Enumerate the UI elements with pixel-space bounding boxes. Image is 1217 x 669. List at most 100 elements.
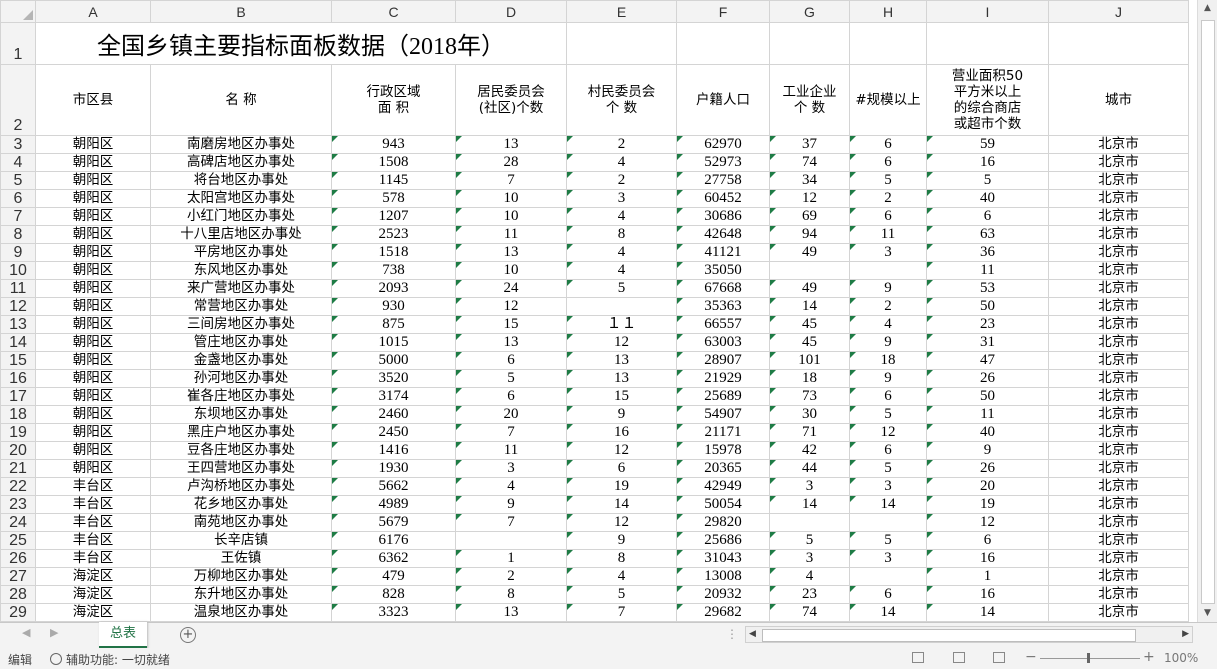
cell[interactable]: 13: [455, 603, 567, 622]
cell[interactable]: 60452: [676, 189, 770, 208]
cell[interactable]: 18: [769, 369, 850, 388]
row-header[interactable]: 1: [0, 22, 36, 65]
accessibility-status[interactable]: 辅助功能: 一切就绪: [50, 651, 170, 668]
cell[interactable]: 12: [566, 513, 677, 532]
cell[interactable]: 31: [926, 333, 1049, 352]
cell[interactable]: 3: [566, 189, 677, 208]
vertical-scrollbar[interactable]: ▲ ▼: [1197, 0, 1217, 622]
cell[interactable]: 11: [926, 405, 1049, 424]
cell[interactable]: 7: [455, 513, 567, 532]
cell[interactable]: 朝阳区: [35, 171, 151, 190]
row-header[interactable]: 25: [0, 531, 36, 550]
cell[interactable]: 10: [455, 189, 567, 208]
select-all-corner[interactable]: [0, 0, 36, 23]
cell[interactable]: 26: [926, 369, 1049, 388]
column-title[interactable]: 市区县: [35, 64, 151, 136]
cell[interactable]: 11: [926, 261, 1049, 280]
cell[interactable]: 5: [455, 369, 567, 388]
zoom-slider[interactable]: [1040, 658, 1140, 659]
cell[interactable]: 73: [769, 387, 850, 406]
cell[interactable]: 16: [926, 585, 1049, 604]
column-header[interactable]: H: [849, 0, 927, 23]
normal-view-icon[interactable]: [912, 652, 924, 663]
row-header[interactable]: 28: [0, 585, 36, 604]
row-header[interactable]: 13: [0, 315, 36, 334]
cell[interactable]: 6: [926, 207, 1049, 226]
cell[interactable]: 黑庄户地区办事处: [150, 423, 332, 442]
cell[interactable]: 41121: [676, 243, 770, 262]
cell[interactable]: 71: [769, 423, 850, 442]
column-title[interactable]: 工业企业 个 数: [769, 64, 850, 136]
cell[interactable]: 6176: [331, 531, 456, 550]
cell[interactable]: 5: [849, 171, 927, 190]
row-header[interactable]: 24: [0, 513, 36, 532]
cell[interactable]: 52973: [676, 153, 770, 172]
cell[interactable]: 5: [849, 459, 927, 478]
cell[interactable]: 6: [849, 135, 927, 154]
cell[interactable]: 4: [566, 153, 677, 172]
cell[interactable]: 40: [926, 189, 1049, 208]
row-header[interactable]: 10: [0, 261, 36, 280]
cell[interactable]: 3: [849, 477, 927, 496]
column-header[interactable]: G: [769, 0, 850, 23]
vertical-scroll-thumb[interactable]: [1201, 20, 1215, 604]
cell[interactable]: 21929: [676, 369, 770, 388]
cell[interactable]: 36: [926, 243, 1049, 262]
column-title[interactable]: 营业面积50 平方米以上 的综合商店 或超市个数: [926, 64, 1049, 136]
cell[interactable]: 丰台区: [35, 495, 151, 514]
cell[interactable]: 14: [849, 495, 927, 514]
row-header[interactable]: 26: [0, 549, 36, 568]
cell[interactable]: 金盏地区办事处: [150, 351, 332, 370]
cell[interactable]: 49: [769, 243, 850, 262]
cell[interactable]: 朝阳区: [35, 261, 151, 280]
row-header[interactable]: 16: [0, 369, 36, 388]
cell[interactable]: 北京市: [1048, 585, 1189, 604]
cell[interactable]: 63003: [676, 333, 770, 352]
cell[interactable]: 6: [849, 207, 927, 226]
cell[interactable]: 14: [566, 495, 677, 514]
row-header[interactable]: 8: [0, 225, 36, 244]
cell[interactable]: 8: [455, 585, 567, 604]
cell[interactable]: 9: [455, 495, 567, 514]
row-header[interactable]: 6: [0, 189, 36, 208]
row-header[interactable]: 5: [0, 171, 36, 190]
cell[interactable]: 4: [455, 477, 567, 496]
cell[interactable]: 三间房地区办事处: [150, 315, 332, 334]
cell[interactable]: 太阳宫地区办事处: [150, 189, 332, 208]
column-header[interactable]: E: [566, 0, 677, 23]
cell[interactable]: 朝阳区: [35, 135, 151, 154]
cell[interactable]: [1048, 22, 1189, 65]
cell[interactable]: 4: [566, 243, 677, 262]
cell[interactable]: 11: [455, 441, 567, 460]
scroll-up-arrow-icon[interactable]: ▲: [1198, 0, 1217, 17]
cell[interactable]: 丰台区: [35, 477, 151, 496]
cell[interactable]: 54907: [676, 405, 770, 424]
cell[interactable]: 孙河地区办事处: [150, 369, 332, 388]
cell[interactable]: 将台地区办事处: [150, 171, 332, 190]
sheet-tab[interactable]: 总表: [99, 622, 147, 649]
cell[interactable]: 12: [455, 297, 567, 316]
cell[interactable]: 朝阳区: [35, 441, 151, 460]
cell[interactable]: 11: [455, 225, 567, 244]
cell[interactable]: 479: [331, 567, 456, 586]
cell[interactable]: 14: [926, 603, 1049, 622]
column-title[interactable]: 城市: [1048, 64, 1189, 136]
cell[interactable]: 朝阳区: [35, 333, 151, 352]
cell[interactable]: 13: [455, 333, 567, 352]
cell[interactable]: 2450: [331, 423, 456, 442]
cell[interactable]: 平房地区办事处: [150, 243, 332, 262]
cell[interactable]: 北京市: [1048, 405, 1189, 424]
cell[interactable]: 40: [926, 423, 1049, 442]
cell[interactable]: 3: [849, 549, 927, 568]
cell[interactable]: 王佐镇: [150, 549, 332, 568]
cell[interactable]: 5: [566, 585, 677, 604]
column-title[interactable]: 户籍人口: [676, 64, 770, 136]
cell[interactable]: 北京市: [1048, 189, 1189, 208]
cell[interactable]: 23: [769, 585, 850, 604]
cell[interactable]: 3: [849, 243, 927, 262]
cell[interactable]: 南磨房地区办事处: [150, 135, 332, 154]
cell[interactable]: 12: [926, 513, 1049, 532]
cell[interactable]: 13: [566, 351, 677, 370]
cell[interactable]: 丰台区: [35, 531, 151, 550]
cell[interactable]: 北京市: [1048, 153, 1189, 172]
